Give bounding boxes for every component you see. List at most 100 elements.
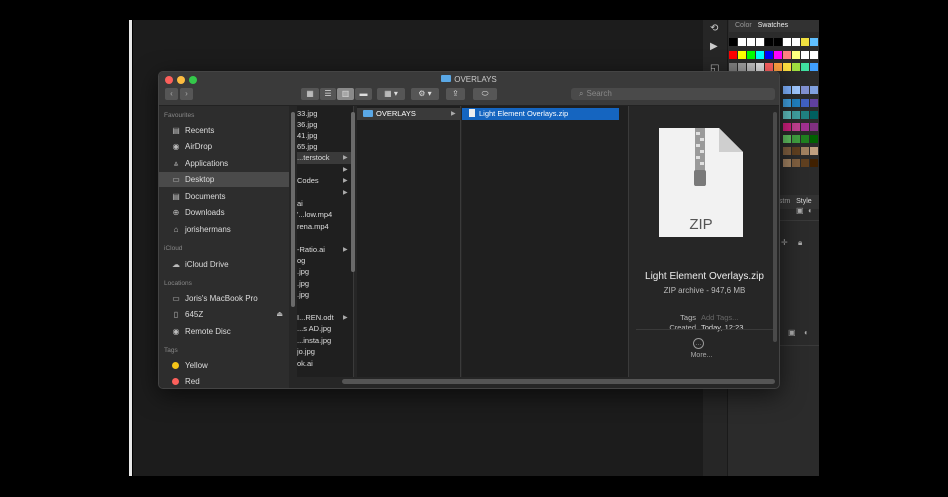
color-swatch[interactable] <box>756 38 764 46</box>
color-swatch[interactable] <box>738 38 746 46</box>
panel-half-icon[interactable]: ◐ <box>808 206 813 215</box>
color-swatch[interactable] <box>765 38 773 46</box>
eject-icon[interactable]: ⏏ <box>276 307 283 322</box>
color-swatch[interactable] <box>801 111 809 119</box>
play-icon[interactable]: ▶ <box>710 42 720 52</box>
color-swatch[interactable] <box>783 111 791 119</box>
color-swatch[interactable] <box>765 63 773 71</box>
color-swatch[interactable] <box>792 86 800 94</box>
panel-option-icon[interactable]: ▣ <box>796 206 804 215</box>
sidebar-item-tag-yellow[interactable]: Yellow <box>159 358 289 373</box>
color-swatch[interactable] <box>810 147 818 155</box>
sidebar-item-macbook[interactable]: ▭ Joris's MacBook Pro <box>159 291 289 306</box>
color-swatch[interactable] <box>801 99 809 107</box>
forward-button[interactable]: › <box>180 88 193 100</box>
mask-icon[interactable]: ▣ <box>788 328 796 337</box>
list-item[interactable]: ...s AD.jpg <box>297 323 353 335</box>
sidebar-item-icloud-drive[interactable]: ☁ iCloud Drive <box>159 257 289 272</box>
sidebar-item-applications[interactable]: ⩓ Applications <box>159 156 289 171</box>
color-swatch[interactable] <box>801 38 809 46</box>
color-swatch[interactable] <box>801 159 809 167</box>
preview-scrollbar[interactable] <box>773 112 777 342</box>
sidebar-item-downloads[interactable]: ⊕ Downloads <box>159 205 289 220</box>
color-swatch[interactable] <box>747 63 755 71</box>
color-swatch[interactable] <box>738 51 746 59</box>
color-swatch[interactable] <box>792 111 800 119</box>
color-swatch[interactable] <box>792 147 800 155</box>
color-swatch[interactable] <box>783 147 791 155</box>
color-swatch[interactable] <box>765 51 773 59</box>
color-swatch[interactable] <box>810 86 818 94</box>
color-swatch[interactable] <box>774 51 782 59</box>
sidebar-item-remote-disc[interactable]: ◉ Remote Disc <box>159 324 289 339</box>
color-swatch[interactable] <box>756 63 764 71</box>
list-item[interactable]: .jpg <box>297 266 353 278</box>
search-input[interactable]: ⌕ Search <box>571 88 775 100</box>
list-item[interactable]: Codes ▶ <box>297 175 353 187</box>
color-swatch[interactable] <box>747 51 755 59</box>
color-swatch[interactable] <box>810 38 818 46</box>
list-item[interactable]: ...terstock ▶ <box>297 152 353 164</box>
gallery-view-button[interactable]: ▬ <box>355 88 372 100</box>
sidebar-item-recents[interactable]: ▤ Recents <box>159 123 289 138</box>
color-swatch[interactable] <box>810 51 818 59</box>
color-swatch[interactable] <box>792 99 800 107</box>
sidebar-item-desktop[interactable]: ▭ Desktop <box>159 172 289 187</box>
list-item[interactable]: .jpg <box>297 289 353 301</box>
color-swatch[interactable] <box>783 63 791 71</box>
color-swatch[interactable] <box>783 99 791 107</box>
sidebar-item-645z[interactable]: ▯ 645Z ⏏ <box>159 307 289 322</box>
color-swatch[interactable] <box>729 63 737 71</box>
color-swatch[interactable] <box>783 135 791 143</box>
group-button[interactable]: ▦ ▾ <box>377 88 405 100</box>
color-swatch[interactable] <box>792 135 800 143</box>
color-swatch[interactable] <box>792 63 800 71</box>
color-swatch[interactable] <box>783 38 791 46</box>
color-swatch[interactable] <box>738 63 746 71</box>
color-swatch[interactable] <box>756 51 764 59</box>
color-swatch[interactable] <box>792 159 800 167</box>
color-swatch[interactable] <box>801 147 809 155</box>
list-item[interactable]: ok.ai <box>297 358 353 370</box>
color-swatch[interactable] <box>801 135 809 143</box>
color-swatch[interactable] <box>810 123 818 131</box>
color-swatch[interactable] <box>783 123 791 131</box>
sidebar-scrollbar[interactable] <box>291 112 295 307</box>
horizontal-scrollbar[interactable] <box>342 379 775 384</box>
tab-color[interactable]: Color <box>735 22 752 29</box>
color-swatch[interactable] <box>729 51 737 59</box>
more-button[interactable]: More... <box>630 352 773 359</box>
tag-button[interactable]: ⬭ <box>473 88 497 100</box>
history-icon[interactable]: ⟲ <box>710 24 720 34</box>
color-swatch[interactable] <box>801 123 809 131</box>
list-view-button[interactable]: ☰ <box>320 88 336 100</box>
lock-icon[interactable]: 🔒︎ <box>798 238 802 248</box>
color-swatch[interactable] <box>792 38 800 46</box>
sidebar-item-home[interactable]: ⌂ jorishermans <box>159 222 289 237</box>
adjust-icon[interactable]: ◐ <box>804 328 809 337</box>
move-icon[interactable]: ✛ <box>781 238 788 247</box>
tab-swatches[interactable]: Swatches <box>758 22 788 29</box>
sidebar-item-documents[interactable]: ▤ Documents <box>159 189 289 204</box>
color-swatch[interactable] <box>810 159 818 167</box>
color-swatch[interactable] <box>792 123 800 131</box>
color-swatch[interactable] <box>747 38 755 46</box>
color-swatch[interactable] <box>810 135 818 143</box>
tab-styles[interactable]: Style <box>796 198 812 205</box>
more-icon[interactable]: … <box>693 338 704 349</box>
color-swatch[interactable] <box>783 51 791 59</box>
color-swatch[interactable] <box>810 63 818 71</box>
list-item[interactable]: jo.jpg <box>297 346 353 358</box>
list-item[interactable] <box>297 232 353 244</box>
action-gear-button[interactable]: ⚙ ▾ <box>411 88 439 100</box>
color-swatch[interactable] <box>729 38 737 46</box>
column-view-button[interactable]: ▥ <box>337 88 354 100</box>
color-swatch[interactable] <box>801 51 809 59</box>
sidebar-item-airdrop[interactable]: ◉ AirDrop <box>159 139 289 154</box>
color-swatch[interactable] <box>792 51 800 59</box>
color-swatch[interactable] <box>810 111 818 119</box>
column1-scrollbar[interactable] <box>351 112 355 272</box>
share-button[interactable]: ⇪ <box>446 88 465 100</box>
list-item-overlays[interactable]: OVERLAYS ▶ <box>357 108 460 120</box>
color-swatch[interactable] <box>774 38 782 46</box>
